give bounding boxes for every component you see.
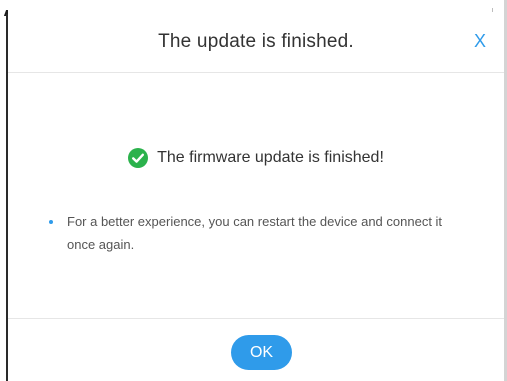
close-icon[interactable]: X <box>474 31 486 51</box>
restart-tip-text: For a better experience, you can restart… <box>67 214 443 252</box>
restart-tip: For a better experience, you can restart… <box>49 210 449 256</box>
status-message-text: The firmware update is finished! <box>157 149 384 166</box>
close-button[interactable]: X <box>470 30 490 52</box>
screen: The update is finished. X The firmware u… <box>0 0 507 381</box>
dialog-header: The update is finished. X <box>8 0 504 73</box>
check-circle-icon <box>128 148 149 168</box>
dialog-title: The update is finished. <box>158 31 354 52</box>
update-finished-dialog: The update is finished. X The firmware u… <box>8 0 504 381</box>
status-message: The firmware update is finished! <box>8 146 504 170</box>
dialog-body: The firmware update is finished! For a b… <box>8 73 504 318</box>
ok-button[interactable]: OK <box>231 335 292 370</box>
dialog-footer: OK <box>8 318 504 381</box>
bullet-dot <box>49 220 53 224</box>
background-window-edge <box>0 0 13 381</box>
window-edge-tick <box>492 8 493 12</box>
